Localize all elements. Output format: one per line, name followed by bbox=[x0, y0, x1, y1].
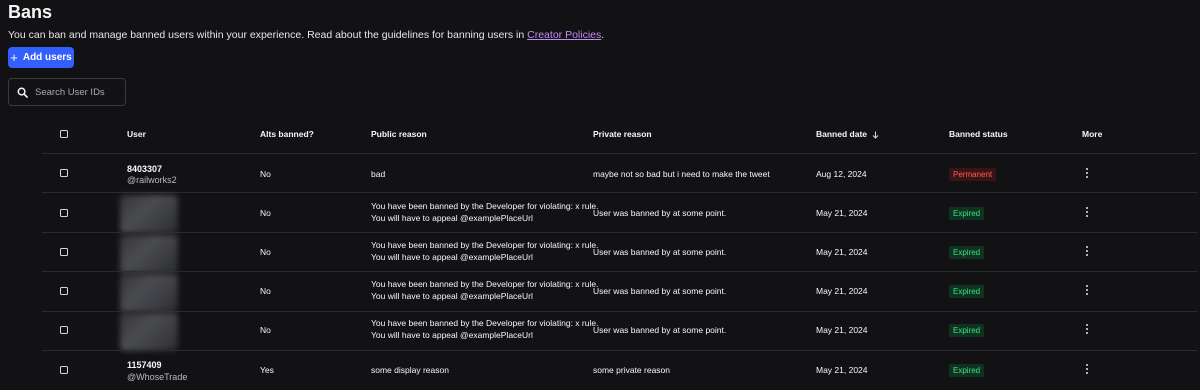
public-reason-line: You have been banned by the Developer fo… bbox=[371, 201, 599, 211]
private-reason: maybe not so bad but i need to make the … bbox=[593, 169, 770, 179]
column-header-banned-status[interactable]: Banned status bbox=[949, 129, 1008, 139]
column-header-private-reason[interactable]: Private reason bbox=[593, 129, 652, 139]
public-reason-line: You will have to appeal @examplePlaceUrl bbox=[371, 252, 533, 262]
status-badge: Expired bbox=[949, 207, 985, 220]
public-reason: You have been banned by the Developer fo… bbox=[371, 278, 598, 302]
public-reason-line: You will have to appeal @examplePlaceUrl bbox=[371, 330, 533, 340]
public-reason-line: You have been banned by the Developer fo… bbox=[371, 318, 599, 328]
page-title: Bans bbox=[8, 2, 53, 22]
public-reason: You have been banned by the Developer fo… bbox=[371, 317, 598, 341]
header-divider bbox=[42, 153, 1197, 154]
status-badge: Permanent bbox=[949, 168, 997, 181]
redacted-user bbox=[120, 274, 178, 312]
more-options-icon[interactable] bbox=[1084, 166, 1090, 180]
banned-date-label: Banned date bbox=[816, 129, 868, 139]
status-badge: Expired bbox=[949, 324, 985, 337]
user-id[interactable]: 8403307 bbox=[127, 164, 162, 174]
add-users-button[interactable]: + Add users bbox=[8, 47, 74, 68]
public-reason-line: You have been banned by the Developer fo… bbox=[371, 279, 599, 289]
private-reason: User was banned by at some point. bbox=[593, 286, 727, 296]
more-options-icon[interactable] bbox=[1084, 283, 1090, 297]
banned-date: May 21, 2024 bbox=[816, 247, 868, 257]
redacted-user bbox=[120, 195, 178, 233]
description-text: You can ban and manage banned users with… bbox=[8, 29, 528, 41]
row-divider bbox=[42, 232, 1197, 233]
status-badge: Expired bbox=[949, 246, 985, 259]
row-checkbox[interactable] bbox=[60, 248, 68, 256]
private-reason: User was banned by at some point. bbox=[593, 208, 727, 218]
search-field[interactable] bbox=[8, 78, 126, 106]
public-reason-line: You will have to appeal @examplePlaceUrl bbox=[371, 213, 533, 223]
column-header-more: More bbox=[1082, 129, 1103, 139]
page-description: You can ban and manage banned users with… bbox=[8, 29, 604, 41]
column-header-alts[interactable]: Alts banned? bbox=[260, 129, 314, 139]
banned-date: May 21, 2024 bbox=[816, 365, 868, 375]
public-reason: some display reason bbox=[371, 365, 449, 375]
row-divider bbox=[42, 350, 1197, 351]
row-checkbox[interactable] bbox=[60, 169, 68, 177]
status-badge: Expired bbox=[949, 285, 985, 298]
alts-banned: No bbox=[260, 208, 271, 218]
row-divider bbox=[42, 311, 1197, 312]
alts-banned: No bbox=[260, 247, 271, 257]
private-reason: some private reason bbox=[593, 365, 671, 375]
banned-date: May 21, 2024 bbox=[816, 325, 868, 335]
row-checkbox[interactable] bbox=[60, 209, 68, 217]
arrow-down-icon bbox=[872, 131, 879, 139]
column-header-banned-date[interactable]: Banned date bbox=[816, 129, 879, 139]
more-options-icon[interactable] bbox=[1084, 322, 1090, 336]
description-end: . bbox=[601, 29, 605, 41]
public-reason: You have been banned by the Developer fo… bbox=[371, 200, 598, 224]
search-input[interactable] bbox=[35, 86, 115, 98]
creator-policies-link[interactable]: Creator Policies bbox=[527, 29, 601, 41]
alts-banned: No bbox=[260, 325, 271, 335]
alts-banned: No bbox=[260, 286, 271, 296]
alts-banned: Yes bbox=[260, 365, 274, 375]
redacted-user bbox=[120, 235, 178, 273]
username[interactable]: @railworks2 bbox=[127, 175, 177, 185]
more-options-icon[interactable] bbox=[1084, 362, 1090, 376]
row-checkbox[interactable] bbox=[60, 366, 68, 374]
search-icon bbox=[17, 87, 28, 98]
more-options-icon[interactable] bbox=[1084, 205, 1090, 219]
row-checkbox[interactable] bbox=[60, 326, 68, 334]
public-reason-line: You have been banned by the Developer fo… bbox=[371, 240, 599, 250]
user-id[interactable]: 1157409 bbox=[127, 360, 162, 370]
plus-icon: + bbox=[10, 50, 18, 65]
more-options-icon[interactable] bbox=[1084, 244, 1090, 258]
column-header-public-reason[interactable]: Public reason bbox=[371, 129, 427, 139]
private-reason: User was banned by at some point. bbox=[593, 247, 727, 257]
public-reason: You have been banned by the Developer fo… bbox=[371, 239, 598, 263]
row-divider bbox=[42, 192, 1197, 193]
add-users-label: Add users bbox=[22, 52, 72, 63]
banned-date: May 21, 2024 bbox=[816, 286, 868, 296]
select-all-checkbox[interactable] bbox=[60, 130, 68, 138]
banned-date: Aug 12, 2024 bbox=[816, 169, 867, 179]
status-badge: Expired bbox=[949, 364, 985, 377]
column-header-user[interactable]: User bbox=[127, 129, 146, 139]
row-checkbox[interactable] bbox=[60, 287, 68, 295]
banned-date: May 21, 2024 bbox=[816, 208, 868, 218]
redacted-user bbox=[120, 313, 178, 351]
username[interactable]: @WhoseTrade bbox=[127, 372, 187, 382]
public-reason-line: You will have to appeal @examplePlaceUrl bbox=[371, 291, 533, 301]
public-reason: bad bbox=[371, 169, 386, 179]
row-divider bbox=[42, 271, 1197, 272]
alts-banned: No bbox=[260, 169, 271, 179]
private-reason: User was banned by at some point. bbox=[593, 325, 727, 335]
